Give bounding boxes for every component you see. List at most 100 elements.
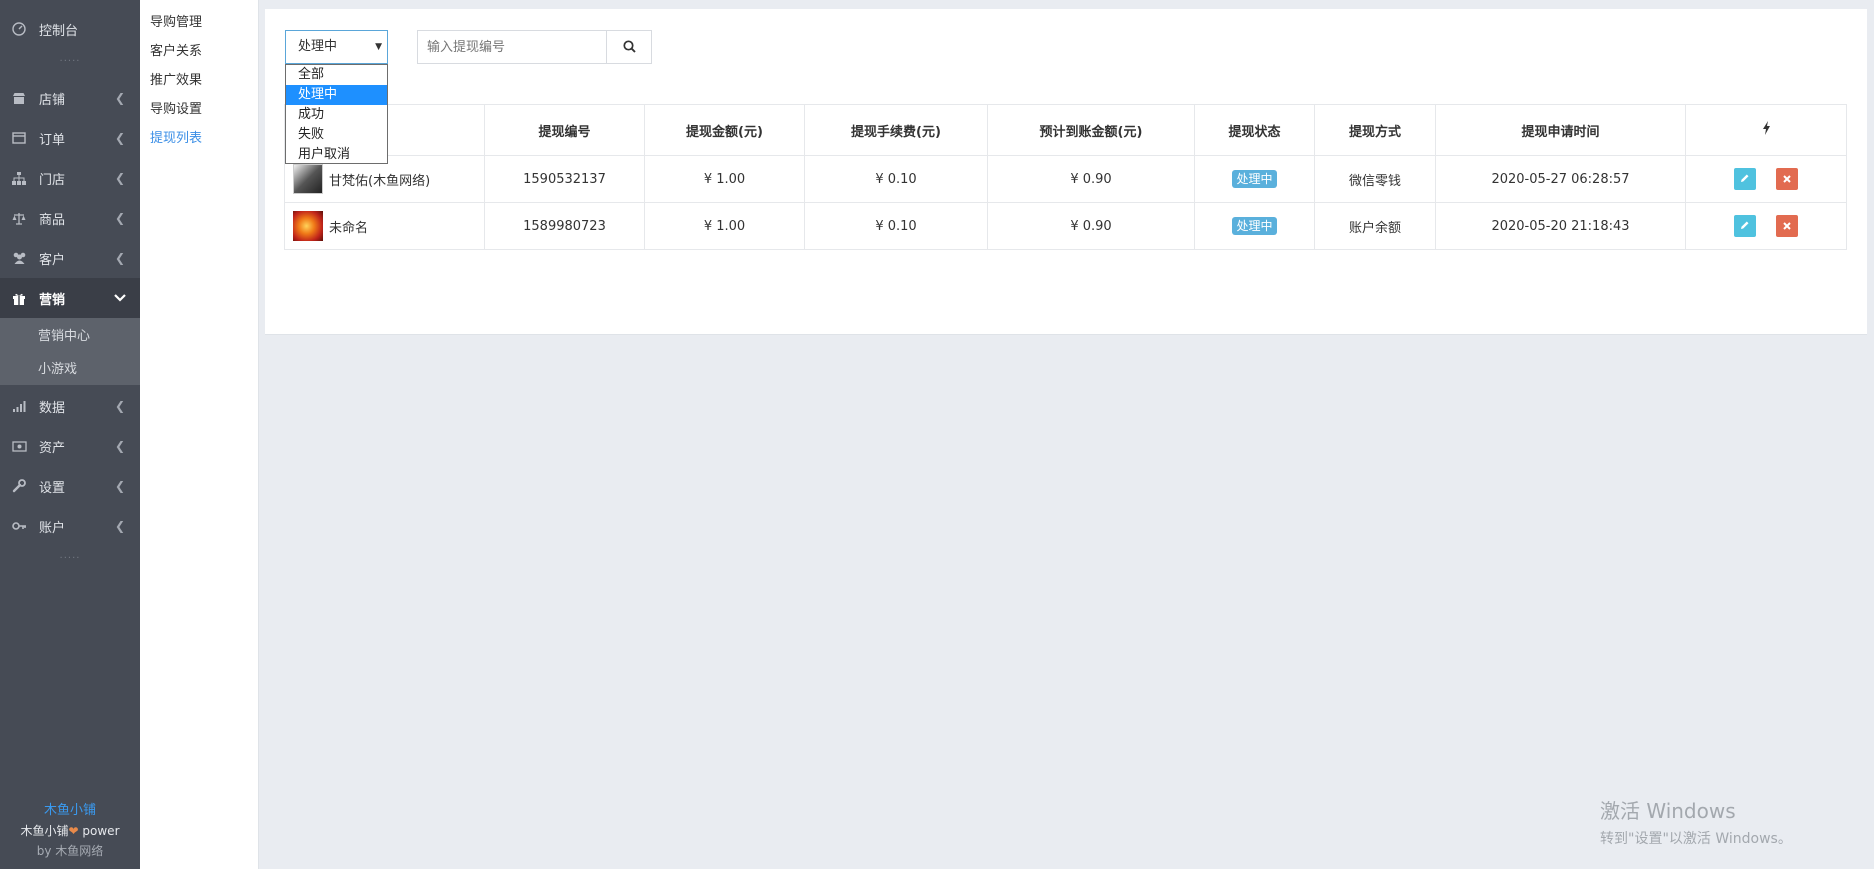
sidebar-item-label: 资产 bbox=[39, 440, 66, 456]
search-button[interactable] bbox=[607, 30, 652, 64]
delete-button[interactable] bbox=[1776, 168, 1799, 190]
pencil-icon bbox=[1740, 172, 1750, 187]
column-header-actions bbox=[1685, 104, 1847, 156]
cell-status: 处理中 bbox=[1194, 155, 1315, 203]
sidebar-item-dashboard[interactable]: 控制台 bbox=[0, 9, 140, 49]
close-icon bbox=[1783, 172, 1791, 187]
submenu-item-withdrawal-list[interactable]: 提现列表 bbox=[140, 128, 258, 157]
dropdown-option-user-cancelled[interactable]: 用户取消 bbox=[286, 145, 387, 165]
cell-user: 未命名 bbox=[284, 202, 485, 250]
status-badge: 处理中 bbox=[1232, 170, 1277, 188]
chevron-left-icon: ❮ bbox=[114, 439, 126, 453]
sitemap-icon bbox=[11, 170, 27, 186]
sidebar-item-label: 店铺 bbox=[39, 92, 66, 108]
status-badge: 处理中 bbox=[1232, 217, 1277, 235]
sidebar-footer: 木鱼小铺 木鱼小铺❤ power by 木鱼网络 bbox=[0, 801, 140, 861]
avatar bbox=[293, 164, 323, 194]
status-select-value: 处理中 bbox=[298, 39, 338, 54]
sidebar-subitem-marketing-center[interactable]: 营销中心 bbox=[0, 318, 140, 351]
close-icon bbox=[1783, 219, 1791, 234]
cell-method: 微信零钱 bbox=[1314, 155, 1436, 203]
sidebar-item-store[interactable]: 店铺 ❮ bbox=[0, 78, 140, 118]
chevron-left-icon: ❮ bbox=[114, 91, 126, 105]
cell-actions bbox=[1685, 155, 1847, 203]
sidebar-item-label: 账户 bbox=[39, 520, 66, 536]
withdrawal-id-search-input[interactable] bbox=[417, 30, 607, 64]
user-name: 甘梵佑(木鱼网络) bbox=[329, 173, 431, 189]
pencil-icon bbox=[1740, 219, 1750, 234]
submenu-item-guide-management[interactable]: 导购管理 bbox=[140, 12, 258, 41]
bolt-icon bbox=[1762, 121, 1771, 139]
cell-id: 1589980723 bbox=[484, 202, 645, 250]
edit-button[interactable] bbox=[1733, 215, 1756, 237]
chevron-left-icon: ❮ bbox=[114, 479, 126, 493]
column-header-net: 预计到账金额(元) bbox=[987, 104, 1195, 156]
users-icon bbox=[11, 250, 27, 266]
footer-power: 木鱼小铺❤ power bbox=[0, 821, 140, 841]
sidebar-submenu-marketing: 营销中心 小游戏 bbox=[0, 318, 140, 385]
footer-by: by 木鱼网络 bbox=[36, 844, 104, 858]
chevron-left-icon: ❮ bbox=[114, 211, 126, 225]
cell-amount: ¥ 1.00 bbox=[644, 202, 805, 250]
cell-method: 账户余额 bbox=[1314, 202, 1436, 250]
order-icon bbox=[11, 130, 27, 146]
chevron-left-icon: ❮ bbox=[114, 171, 126, 185]
sidebar-item-label: 营销 bbox=[39, 292, 66, 308]
table-row: 未命名 1589980723 ¥ 1.00 ¥ 0.10 ¥ 0.90 处理中 … bbox=[284, 202, 1847, 250]
cell-fee: ¥ 0.10 bbox=[804, 155, 988, 203]
chevron-left-icon: ❮ bbox=[114, 399, 126, 413]
user-name: 未命名 bbox=[329, 220, 369, 236]
cell-time: 2020-05-27 06:28:57 bbox=[1435, 155, 1686, 203]
sidebar-item-label: 数据 bbox=[39, 400, 66, 416]
dropdown-option-failed[interactable]: 失败 bbox=[286, 125, 387, 145]
column-header-amount: 提现金额(元) bbox=[644, 104, 805, 156]
sidebar-item-settings[interactable]: 设置 ❮ bbox=[0, 466, 140, 506]
key-icon bbox=[11, 518, 27, 534]
avatar bbox=[293, 211, 323, 241]
footer-power-suffix: power bbox=[82, 824, 120, 838]
submenu-item-guide-settings[interactable]: 导购设置 bbox=[140, 99, 258, 128]
edit-button[interactable] bbox=[1733, 168, 1756, 190]
gift-icon bbox=[11, 290, 27, 306]
main-sidebar: 控制台 ····· 店铺 ❮ 订单 ❮ 门店 ❮ 商品 ❮ 客户 ❮ 营销 营销… bbox=[0, 0, 140, 869]
cell-net: ¥ 0.90 bbox=[987, 202, 1195, 250]
main-panel: 处理中 ▼ 全部 处理中 成功 失败 用户取消 提现编号 提现金额(元) 提现手… bbox=[265, 9, 1867, 335]
sidebar-item-orders[interactable]: 订单 ❮ bbox=[0, 118, 140, 158]
chevron-left-icon: ❮ bbox=[114, 251, 126, 265]
footer-brand-link[interactable]: 木鱼小铺 bbox=[0, 801, 140, 821]
sidebar-item-account[interactable]: 账户 ❮ bbox=[0, 506, 140, 546]
sidebar-item-marketing[interactable]: 营销 bbox=[0, 278, 140, 318]
submenu-item-customer-relations[interactable]: 客户关系 bbox=[140, 41, 258, 70]
store-icon bbox=[11, 90, 27, 106]
submenu-item-promotion-effect[interactable]: 推广效果 bbox=[140, 70, 258, 99]
column-header-status: 提现状态 bbox=[1194, 104, 1315, 156]
status-select[interactable]: 处理中 ▼ bbox=[285, 30, 388, 64]
cell-amount: ¥ 1.00 bbox=[644, 155, 805, 203]
sidebar-item-assets[interactable]: 资产 ❮ bbox=[0, 426, 140, 466]
dropdown-option-all[interactable]: 全部 bbox=[286, 65, 387, 85]
dropdown-option-processing[interactable]: 处理中 bbox=[286, 85, 387, 105]
chevron-down-icon bbox=[110, 291, 130, 305]
sidebar-item-label: 设置 bbox=[39, 480, 66, 496]
cell-actions bbox=[1685, 202, 1847, 250]
sidebar-item-stores[interactable]: 门店 ❮ bbox=[0, 158, 140, 198]
sidebar-item-data[interactable]: 数据 ❮ bbox=[0, 386, 140, 426]
sidebar-item-label: 商品 bbox=[39, 212, 66, 228]
delete-button[interactable] bbox=[1776, 215, 1799, 237]
column-header-id: 提现编号 bbox=[484, 104, 645, 156]
sidebar-item-goods[interactable]: 商品 ❮ bbox=[0, 198, 140, 238]
cell-status: 处理中 bbox=[1194, 202, 1315, 250]
dropdown-option-success[interactable]: 成功 bbox=[286, 105, 387, 125]
column-header-time: 提现申请时间 bbox=[1435, 104, 1686, 156]
sidebar-item-label: 控制台 bbox=[39, 23, 79, 39]
chart-bars-icon bbox=[11, 398, 27, 414]
sidebar-divider: ····· bbox=[59, 553, 81, 564]
cell-time: 2020-05-20 21:18:43 bbox=[1435, 202, 1686, 250]
withdrawal-table: 提现编号 提现金额(元) 提现手续费(元) 预计到账金额(元) 提现状态 提现方… bbox=[284, 104, 1847, 250]
sidebar-item-customers[interactable]: 客户 ❮ bbox=[0, 238, 140, 278]
heart-icon: ❤ bbox=[68, 824, 79, 838]
chevron-left-icon: ❮ bbox=[114, 519, 126, 533]
column-header-method: 提现方式 bbox=[1314, 104, 1436, 156]
sidebar-item-label: 客户 bbox=[39, 252, 66, 268]
sidebar-subitem-mini-games[interactable]: 小游戏 bbox=[0, 351, 140, 384]
